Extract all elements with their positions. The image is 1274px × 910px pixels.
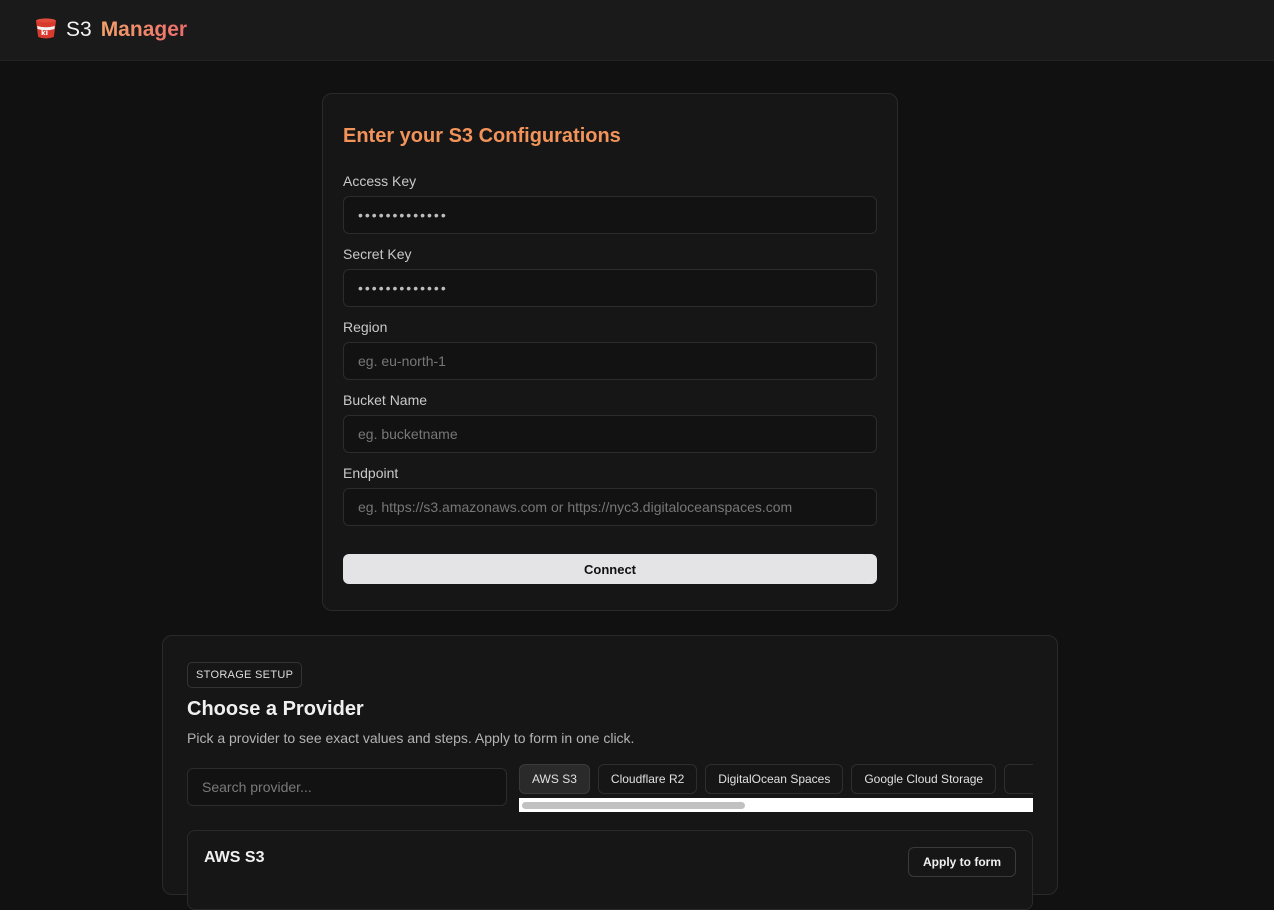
bucket-input[interactable] [343,415,877,453]
provider-chips: AWS S3 Cloudflare R2 DigitalOcean Spaces… [519,764,1033,794]
secret-key-field: Secret Key [343,246,877,307]
config-title: Enter your S3 Configurations [343,125,621,147]
provider-detail-title: AWS S3 [204,849,265,866]
s3-config-card: Enter your S3 Configurations Access Key … [322,93,898,611]
provider-chip-cloudflare-r2[interactable]: Cloudflare R2 [597,764,698,794]
region-field: Region [343,319,877,380]
provider-card: STORAGE SETUP Choose a Provider Pick a p… [162,635,1058,910]
endpoint-label: Endpoint [343,465,399,481]
brand-name: S3 [66,18,92,41]
bucket-icon: ki [34,16,58,45]
svg-text:ki: ki [41,29,48,37]
provider-chip-aws-s3[interactable]: AWS S3 [519,764,590,794]
bucket-field: Bucket Name [343,392,877,453]
app-logo[interactable]: ki S3 Manager [34,16,187,45]
provider-controls: AWS S3 Cloudflare R2 DigitalOcean Spaces… [187,764,1033,812]
scrollbar-thumb[interactable] [522,802,745,809]
provider-chip-google-cloud-storage[interactable]: Google Cloud Storage [851,764,997,794]
provider-detail-card: AWS S3 Apply to form [187,830,1033,910]
access-key-label: Access Key [343,173,417,189]
access-key-field: Access Key [343,173,877,234]
secret-key-input[interactable] [343,269,877,307]
endpoint-field: Endpoint [343,465,877,526]
brand-suffix: Manager [100,18,188,41]
apply-to-form-button[interactable]: Apply to form [908,847,1016,877]
region-input[interactable] [343,342,877,380]
provider-chip-more[interactable] [1004,764,1033,794]
provider-chip-scroller: AWS S3 Cloudflare R2 DigitalOcean Spaces… [519,764,1033,812]
endpoint-input[interactable] [343,488,877,526]
provider-title: Choose a Provider [187,698,364,720]
access-key-input[interactable] [343,196,877,234]
connect-button[interactable]: Connect [343,554,877,584]
region-label: Region [343,319,388,335]
secret-key-label: Secret Key [343,246,412,262]
top-bar: ki S3 Manager [0,0,1274,61]
horizontal-scrollbar[interactable] [519,798,1033,812]
provider-chip-digitalocean-spaces[interactable]: DigitalOcean Spaces [705,764,844,794]
provider-search-input[interactable] [187,768,507,806]
provider-subtitle: Pick a provider to see exact values and … [187,730,635,746]
storage-setup-badge: STORAGE SETUP [187,662,303,688]
bucket-label: Bucket Name [343,392,428,408]
